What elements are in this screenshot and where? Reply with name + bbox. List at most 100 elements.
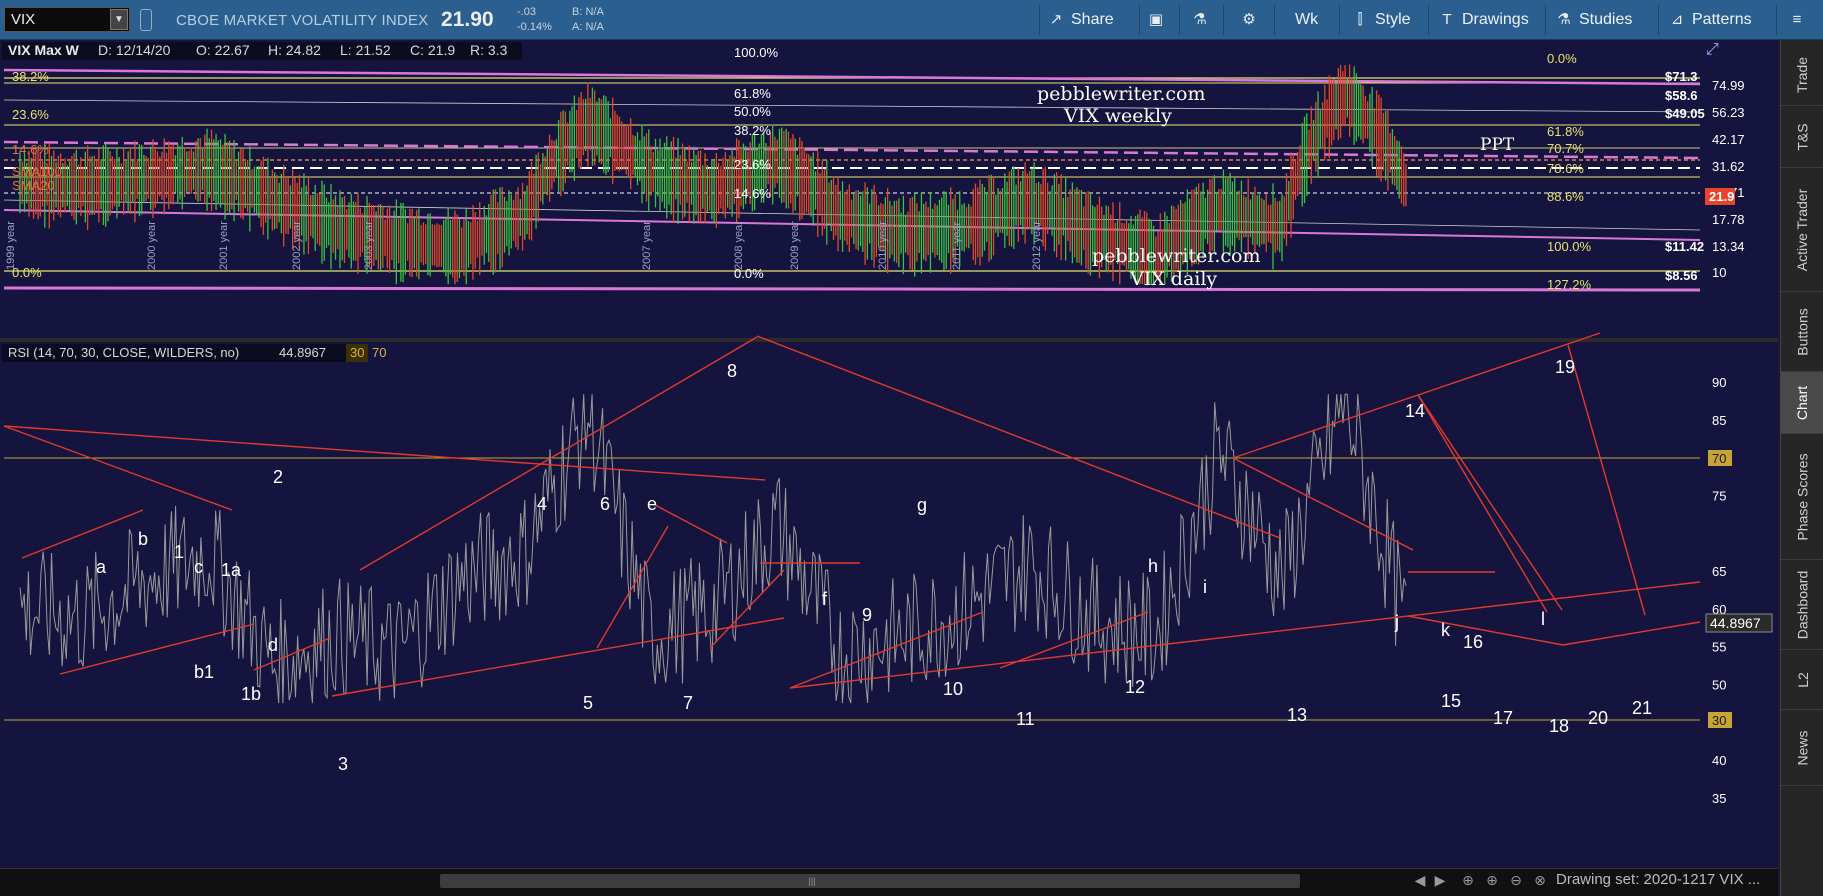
year-label: 2007 year (641, 221, 653, 270)
watermark-weekly-site: pebblewriter.com (1037, 83, 1206, 105)
chart-svg[interactable]: VIX Max W D: 12/14/20 O: 22.67 H: 24.82 … (0, 40, 1778, 896)
symbol-dropdown-icon[interactable]: ▼ (110, 9, 128, 30)
rsi-annotation: d (268, 635, 278, 655)
rsi-annotation: 12 (1125, 677, 1145, 697)
zoom-out-icon[interactable]: ⊖ (1506, 872, 1526, 892)
rsi-axis-tick: 40 (1712, 753, 1726, 768)
rsi-annotation: b (138, 529, 148, 549)
scrollbar-thumb[interactable]: ||| (800, 876, 824, 886)
link-icon[interactable] (140, 9, 152, 31)
price-axis-tick: 17.78 (1712, 212, 1745, 227)
gear-icon: ⚙ (1242, 11, 1256, 28)
year-label: 2003 year (363, 221, 375, 270)
sidebar-tab-t-s[interactable]: T&S (1781, 106, 1823, 168)
toolbar-divider (1658, 5, 1659, 35)
fib-left-38: 38.2% (12, 69, 49, 84)
price-axis-tick: 13.34 (1712, 239, 1745, 254)
drawing-set-label[interactable]: Drawing set: 2020-1217 VIX ... (1556, 871, 1760, 888)
time-scrollbar[interactable] (440, 874, 1300, 888)
studies-button[interactable]: ⚗ Studies (1555, 7, 1632, 33)
fib-right-61: 61.8% (1547, 124, 1584, 139)
sidebar-tab-label: Trade (1794, 56, 1811, 93)
rsi-annotation: 16 (1463, 632, 1483, 652)
drawings-label: Drawings (1462, 11, 1529, 28)
rsi-annotation: a (96, 557, 107, 577)
rsi-annotation: 4 (537, 494, 547, 514)
rsi-annotation: g (917, 495, 927, 515)
layout-button[interactable]: ▣ (1147, 7, 1165, 33)
scroll-left-icon[interactable]: ◀ (1410, 872, 1430, 892)
zoom-in-icon[interactable]: ⊕ (1482, 872, 1502, 892)
rsi-annotation: c (194, 557, 203, 577)
year-label: 2008 year (733, 221, 745, 270)
rsi-header-value: 44.8967 (279, 345, 326, 360)
scroll-right-icon[interactable]: ▶ (1430, 872, 1450, 892)
rsi-annotation: 6 (600, 494, 610, 514)
price-panel-bg (0, 40, 1778, 338)
sidebar-tab-trade[interactable]: Trade (1781, 44, 1823, 106)
layout-icon: ▣ (1148, 11, 1164, 28)
price-axis-tick: 74.99 (1712, 78, 1745, 93)
rsi-header: RSI (14, 70, 30, CLOSE, WILDERS, no) (8, 345, 239, 360)
watermark-daily-site: pebblewriter.com (1092, 245, 1261, 267)
year-label: 1999 year (5, 221, 17, 270)
rsi-30-marker-label: 30 (1712, 713, 1726, 728)
rsi-annotation: 8 (727, 361, 737, 381)
rsi-annotation: 19 (1555, 357, 1575, 377)
toolbar-divider (1339, 5, 1340, 35)
sidebar-tab-l2[interactable]: L2 (1781, 650, 1823, 710)
patterns-button[interactable]: ⊿ Patterns (1668, 7, 1752, 33)
chart-area[interactable]: VIX Max W D: 12/14/20 O: 22.67 H: 24.82 … (0, 40, 1778, 896)
crosshair-icon[interactable]: ⊕ (1458, 872, 1478, 892)
fib-mid-100: 100.0% (734, 45, 779, 60)
year-label: 2012 year (1031, 221, 1043, 270)
sidebar-tab-news[interactable]: News (1781, 710, 1823, 786)
aggregation-button[interactable]: Wk (1295, 7, 1318, 33)
sidebar-tab-phase-scores[interactable]: Phase Scores (1781, 434, 1823, 560)
price-axis-tick: 42.17 (1712, 132, 1745, 147)
rsi-annotation: l (1541, 609, 1545, 629)
studies-flask-icon: ⚗ (1557, 11, 1571, 28)
toolbar-divider (1776, 5, 1777, 35)
watermark-daily-title: VIX daily (1129, 268, 1217, 290)
sidebar-tab-active-trader[interactable]: Active Trader (1781, 168, 1823, 292)
right-sidebar: Trade T&S Active Trader Buttons Chart Phase S… (1780, 40, 1823, 896)
fib-mid-14: 14.6% (734, 186, 771, 201)
style-button[interactable]: ⫿ Style (1351, 7, 1411, 33)
ohlc-range: R: 3.3 (470, 42, 508, 58)
fib-right-100: 100.0% (1547, 239, 1592, 254)
rsi-annotation: 13 (1287, 705, 1307, 725)
sidebar-tab-buttons[interactable]: Buttons (1781, 292, 1823, 372)
rsi-panel-bg (0, 342, 1778, 868)
share-button[interactable]: ↗ Share (1047, 7, 1114, 33)
drawings-button[interactable]: T Drawings (1438, 7, 1529, 33)
price-header: VIX Max W (8, 42, 80, 58)
ppt-label: PPT (1480, 135, 1515, 155)
rsi-annotation: 5 (583, 693, 593, 713)
rsi-annotation: e (647, 494, 657, 514)
menu-button[interactable]: ≡ (1788, 7, 1806, 33)
sidebar-tab-label: Chart (1794, 385, 1811, 420)
zoom-fit-icon[interactable]: ⊗ (1530, 872, 1550, 892)
watermark-weekly-title: VIX weekly (1063, 105, 1172, 127)
current-price-label: 21.9 (1709, 189, 1734, 204)
sidebar-tab-dashboard[interactable]: Dashboard (1781, 560, 1823, 650)
rsi-annotation: b1 (194, 662, 214, 682)
style-label: Style (1375, 11, 1411, 28)
sidebar-tab-label: L2 (1794, 671, 1811, 688)
rsi-level-low-header: 30 (350, 345, 364, 360)
rsi-annotation: h (1148, 556, 1158, 576)
settings-button[interactable]: ⚙ (1240, 7, 1258, 33)
percent-change: -0.14% (517, 21, 552, 33)
chart-settings-icon[interactable]: ⤢ (1706, 41, 1719, 58)
rsi-annotation: 9 (862, 605, 872, 625)
sidebar-tab-chart[interactable]: Chart (1781, 372, 1823, 434)
panel-divider[interactable] (0, 338, 1778, 342)
share-icon: ↗ (1049, 11, 1063, 28)
rsi-annotation: 20 (1588, 708, 1608, 728)
toolbar-divider (1179, 5, 1180, 35)
bid-ask: B: N/A A: N/A (572, 5, 604, 35)
flask-button[interactable]: ⚗ (1191, 7, 1209, 33)
ask-value: A: N/A (572, 21, 604, 33)
rsi-annotation: i (1203, 577, 1207, 597)
